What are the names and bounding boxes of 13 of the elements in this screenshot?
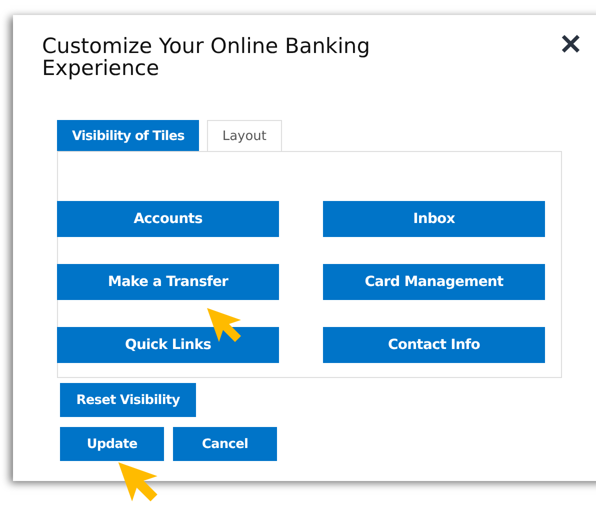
tile-toggle-button[interactable]: Make a Transfer — [57, 264, 279, 300]
tile-toggle-button[interactable]: Contact Info — [323, 327, 545, 363]
tile-toggle-button[interactable]: Accounts — [57, 201, 279, 237]
tab[interactable]: Visibility of Tiles — [57, 120, 200, 151]
reset-visibility-button[interactable]: Reset Visibility — [60, 383, 196, 417]
dialog-title: Customize Your Online Banking Experience — [42, 35, 372, 79]
tile-toggle-button[interactable]: Inbox — [323, 201, 545, 237]
close-button[interactable]: ✕ — [559, 31, 582, 59]
tab[interactable]: Layout — [207, 120, 282, 151]
update-button[interactable]: Update — [60, 427, 164, 461]
tile-toggle-button[interactable]: Quick Links — [57, 327, 279, 363]
cancel-button[interactable]: Cancel — [173, 427, 277, 461]
tile-toggle-button[interactable]: Card Management — [323, 264, 545, 300]
